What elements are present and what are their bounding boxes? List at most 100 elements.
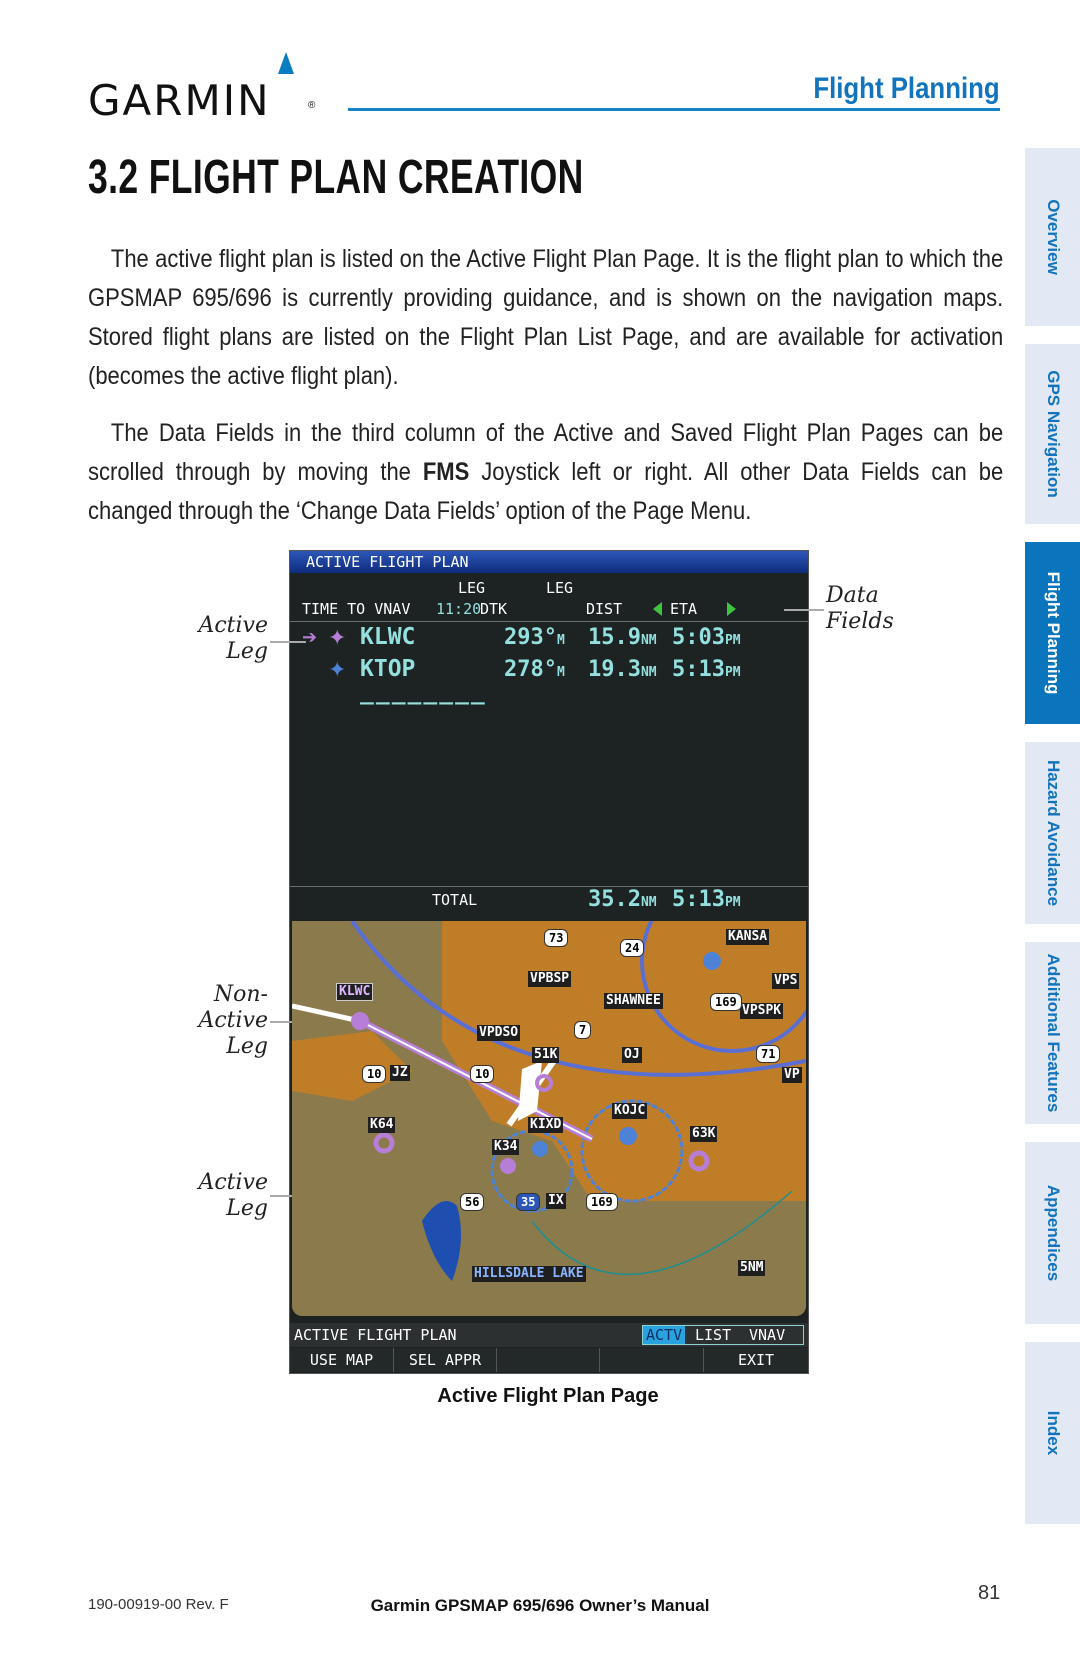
chapter-title: 3.2 FLIGHT PLAN CREATION <box>88 151 584 204</box>
tab-overview[interactable]: Overview <box>1025 148 1080 326</box>
callout-leader <box>270 1195 292 1197</box>
page-name: ACTIVE FLIGHT PLAN <box>294 1326 457 1344</box>
header-divider <box>290 621 808 622</box>
eta-scroll-right-icon[interactable] <box>727 602 736 616</box>
softkey-blank-4[interactable] <box>600 1348 704 1372</box>
tab-list[interactable]: LIST <box>695 1326 731 1344</box>
paragraph-1: The active flight plan is listed on the … <box>88 245 1004 390</box>
map-label-vpbsp: VPBSP <box>528 971 572 987</box>
callout-leader <box>784 609 824 611</box>
tab-hazard-avoidance[interactable]: Hazard Avoidance <box>1025 742 1080 924</box>
tab-appendices[interactable]: Appendices <box>1025 1142 1080 1324</box>
map-label-klwc: KLWC <box>336 983 374 1001</box>
page-number: 81 <box>978 1582 1001 1604</box>
highway-shield: 169 <box>586 1193 618 1211</box>
map-label-51k: 51K <box>532 1047 560 1063</box>
highway-shield: 73 <box>544 929 569 947</box>
total-dist: 35.2NM <box>588 887 657 912</box>
highway-shield: 24 <box>620 939 645 957</box>
highway-shield: 7 <box>574 1021 592 1039</box>
brand-name: GARMIN <box>88 76 271 125</box>
leg-dtk: 293°M <box>504 625 565 650</box>
col-eta: ETA <box>670 600 698 618</box>
map-label-kansas: KANSA <box>726 929 770 945</box>
highway-shield: 56 <box>460 1193 485 1211</box>
map-label-vpdso: VPDSO <box>477 1025 521 1041</box>
highway-shield: 169 <box>710 993 742 1011</box>
airport-icon: ✦ <box>328 625 347 650</box>
kixd-airport-icon <box>532 1141 548 1157</box>
tab-gps-navigation[interactable]: GPS Navigation <box>1025 344 1080 524</box>
map-label-jz: JZ <box>390 1065 410 1081</box>
non-active-leg-line <box>292 1003 361 1024</box>
leg-dtk: 278°M <box>504 657 565 682</box>
tab-vnav[interactable]: VNAV <box>749 1326 785 1344</box>
map-label-kixd: KIXD <box>528 1117 564 1133</box>
col-dist: DIST <box>586 600 623 618</box>
map-label-kojc: KOJC <box>612 1103 648 1119</box>
softkey-sel-appr[interactable]: SEL APPR <box>394 1348 497 1372</box>
map-label-63k: 63K <box>690 1126 718 1142</box>
kansas-city-airport-icon <box>703 952 721 970</box>
tab-flight-planning[interactable]: Flight Planning <box>1025 542 1080 724</box>
waypoint-id: KLWC <box>360 624 416 650</box>
softkey-blank-3[interactable] <box>497 1348 600 1372</box>
map-label-ix: IX <box>546 1193 566 1209</box>
map-label-vpspk: VPSPK <box>740 1003 784 1019</box>
highway-shield: 10 <box>362 1065 387 1083</box>
lake <box>422 1201 461 1281</box>
eta-scroll-left-icon[interactable] <box>653 602 662 616</box>
map-label-k34: K34 <box>492 1139 520 1155</box>
callout-leader <box>270 1021 292 1023</box>
col-dist-top: LEG <box>546 579 574 597</box>
leg-eta: 5:03PM <box>672 625 741 650</box>
tab-index[interactable]: Index <box>1025 1342 1080 1524</box>
leg-eta: 5:13PM <box>672 657 741 682</box>
empty-waypoint-slot[interactable]: ________ <box>360 679 487 705</box>
highway-shield: 71 <box>756 1045 781 1063</box>
tab-additional-features[interactable]: Additional Features <box>1025 942 1080 1124</box>
figure-caption: Active Flight Plan Page <box>437 1385 659 1407</box>
map-label-vps: VPS <box>772 973 800 989</box>
section-title: Flight Planning <box>813 72 1000 105</box>
active-flight-plan-screen: ACTIVE FLIGHT PLAN LEG LEG TIME TO VNAV … <box>289 550 809 1374</box>
map-label-hillsdale-lake: HILLSDALE LAKE <box>472 1266 586 1282</box>
page-status-bar: ACTIVE FLIGHT PLAN ACTV LIST VNAV <box>290 1323 808 1347</box>
callout-active-leg-top: Active Leg <box>198 613 268 664</box>
map-label-oj: OJ <box>622 1047 642 1063</box>
softkey-use-map[interactable]: USE MAP <box>290 1348 394 1372</box>
active-leg-arrow-icon: ➔ <box>302 627 318 647</box>
softkey-exit[interactable]: EXIT <box>704 1348 808 1372</box>
callout-leader <box>270 641 306 643</box>
map-scale: 5NM <box>738 1260 766 1276</box>
callout-non-active-leg: Non- Active Leg <box>198 982 268 1059</box>
garmin-logo: GARMIN ® <box>88 52 328 125</box>
col-dtk: DTK <box>480 600 508 618</box>
paragraph-2: The Data Fields in the third column of t… <box>88 419 1004 525</box>
callout-data-fields: Data Fields <box>826 583 894 634</box>
navigation-map[interactable]: KLWC VPBSP SHAWNEE KANSA VPS VPSPK VPDSO… <box>292 921 806 1316</box>
map-label-vp: VP <box>782 1067 802 1083</box>
map-label-shawnee: SHAWNEE <box>604 993 663 1009</box>
klwc-airport-icon <box>351 1012 369 1030</box>
fms-keyword: FMS <box>422 458 470 486</box>
interstate-shield: 35 <box>516 1193 541 1211</box>
col-dtk-top: LEG <box>458 579 486 597</box>
k64-airport-icon <box>373 1132 395 1154</box>
tab-actv[interactable]: ACTV <box>643 1326 686 1344</box>
total-eta: 5:13PM <box>672 887 741 912</box>
garmin-delta-icon <box>278 52 294 74</box>
screen-title: ACTIVE FLIGHT PLAN <box>290 551 808 573</box>
leg-dist: 19.3NM <box>588 657 657 682</box>
leg-dist: 15.9NM <box>588 625 657 650</box>
header-rule <box>348 108 1000 111</box>
kojc-airport-icon <box>619 1127 637 1145</box>
k34-airport-icon <box>500 1158 516 1174</box>
time-to-vnav-value: 11:20 <box>436 600 482 618</box>
time-to-vnav-label: TIME TO VNAV <box>302 600 411 618</box>
softkey-bar: USE MAP SEL APPR EXIT <box>290 1348 808 1372</box>
registered-mark: ® <box>308 100 316 111</box>
total-label: TOTAL <box>432 891 478 909</box>
page-group-tabs: ACTV LIST VNAV <box>642 1325 804 1345</box>
highway-shield: 10 <box>470 1065 495 1083</box>
